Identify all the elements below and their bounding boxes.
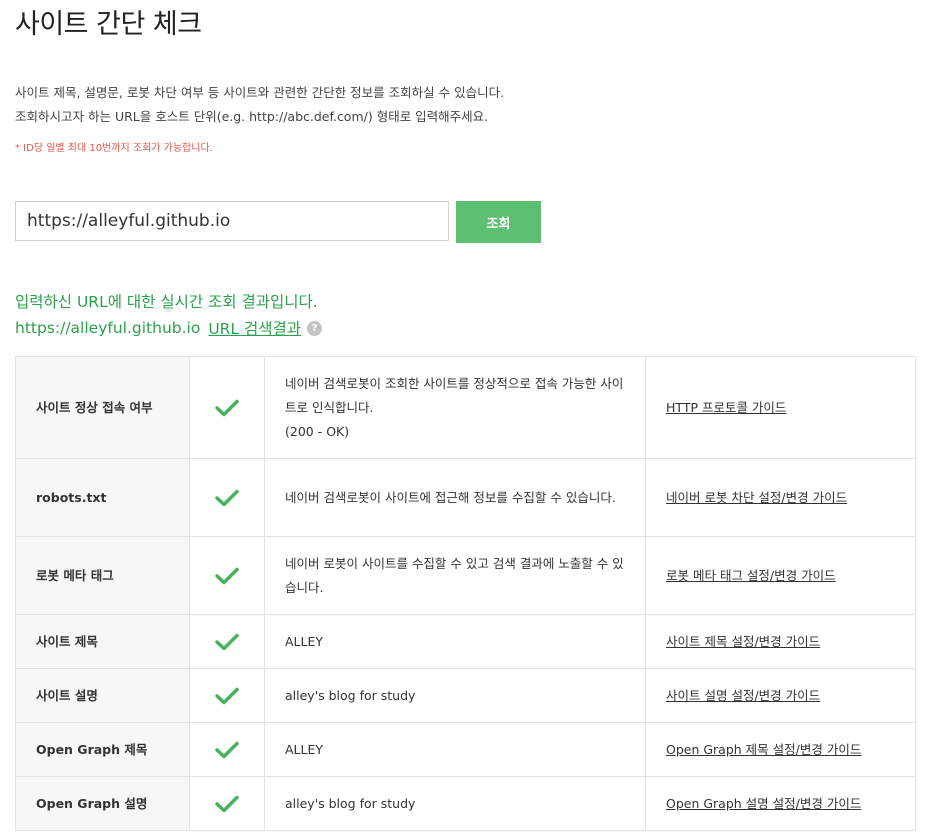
table-row: Open Graph 설명 alley's blog for study Ope…	[15, 776, 916, 831]
guide-link[interactable]: Open Graph 제목 설정/변경 가이드	[666, 742, 861, 757]
query-limit-notice: * ID당 일별 최대 10번까지 조회가 가능합니다.	[15, 143, 213, 154]
row-info: ALLEY	[264, 722, 646, 777]
guide-link[interactable]: 로봇 메타 태그 설정/변경 가이드	[666, 568, 836, 583]
help-icon[interactable]: ?	[307, 320, 323, 336]
row-guide: Open Graph 설명 설정/변경 가이드	[645, 776, 916, 831]
check-icon	[189, 614, 265, 669]
description-line-1: 사이트 제목, 설명문, 로봇 차단 여부 등 사이트와 관련한 간단한 정보를…	[15, 85, 505, 100]
guide-link[interactable]: 네이버 로봇 차단 설정/변경 가이드	[666, 490, 847, 505]
row-info: 네이버 검색로봇이 조회한 사이트를 정상적으로 접속 가능한 사이트로 인식합…	[264, 356, 646, 459]
check-icon	[189, 536, 265, 615]
results-table: 사이트 정상 접속 여부 네이버 검색로봇이 조회한 사이트를 정상적으로 접속…	[15, 356, 916, 831]
row-info-text: 네이버 검색로봇이 조회한 사이트를 정상적으로 접속 가능한 사이트로 인식합…	[285, 375, 624, 415]
row-info: alley's blog for study	[264, 776, 646, 831]
check-icon	[189, 776, 265, 831]
row-name: Open Graph 제목	[15, 722, 190, 777]
table-row: Open Graph 제목 ALLEY Open Graph 제목 설정/변경 …	[15, 722, 916, 777]
guide-link[interactable]: 사이트 설명 설정/변경 가이드	[666, 688, 820, 703]
row-name: 사이트 제목	[15, 614, 190, 669]
url-input[interactable]	[15, 201, 449, 241]
table-row: robots.txt 네이버 검색로봇이 사이트에 접근해 정보를 수집할 수 …	[15, 458, 916, 537]
row-guide: 네이버 로봇 차단 설정/변경 가이드	[645, 458, 916, 537]
guide-link[interactable]: 사이트 제목 설정/변경 가이드	[666, 634, 820, 649]
check-icon	[189, 668, 265, 723]
check-icon	[189, 356, 265, 459]
row-name: 사이트 정상 접속 여부	[15, 356, 190, 459]
row-name: Open Graph 설명	[15, 776, 190, 831]
row-info: 네이버 로봇이 사이트를 수집할 수 있고 검색 결과에 노출할 수 있습니다.	[264, 536, 646, 615]
page-title: 사이트 간단 체크	[15, 9, 202, 40]
result-heading: 입력하신 URL에 대한 실시간 조회 결과입니다.	[15, 293, 318, 311]
result-url-line: https://alleyful.github.io URL 검색결과 ?	[15, 317, 323, 339]
row-name: 로봇 메타 태그	[15, 536, 190, 615]
row-info-status: (200 - OK)	[285, 423, 350, 439]
row-guide: 사이트 제목 설정/변경 가이드	[645, 614, 916, 669]
row-name: 사이트 설명	[15, 668, 190, 723]
row-guide: Open Graph 제목 설정/변경 가이드	[645, 722, 916, 777]
search-button[interactable]: 조회	[456, 201, 541, 243]
table-row: 로봇 메타 태그 네이버 로봇이 사이트를 수집할 수 있고 검색 결과에 노출…	[15, 536, 916, 615]
result-url: https://alleyful.github.io	[15, 319, 201, 337]
check-icon	[189, 722, 265, 777]
guide-link[interactable]: Open Graph 설명 설정/변경 가이드	[666, 796, 861, 811]
table-row: 사이트 설명 alley's blog for study 사이트 설명 설정/…	[15, 668, 916, 723]
row-info: alley's blog for study	[264, 668, 646, 723]
table-row: 사이트 정상 접속 여부 네이버 검색로봇이 조회한 사이트를 정상적으로 접속…	[15, 356, 916, 459]
row-info: 네이버 검색로봇이 사이트에 접근해 정보를 수집할 수 있습니다.	[264, 458, 646, 537]
table-row: 사이트 제목 ALLEY 사이트 제목 설정/변경 가이드	[15, 614, 916, 669]
row-guide: 로봇 메타 태그 설정/변경 가이드	[645, 536, 916, 615]
row-guide: 사이트 설명 설정/변경 가이드	[645, 668, 916, 723]
url-search-result-link[interactable]: URL 검색결과	[208, 317, 301, 339]
check-icon	[189, 458, 265, 537]
row-guide: HTTP 프로토콜 가이드	[645, 356, 916, 459]
description-line-2: 조회하시고자 하는 URL을 호스트 단위(e.g. http://abc.de…	[15, 109, 489, 124]
row-name: robots.txt	[15, 458, 190, 537]
guide-link[interactable]: HTTP 프로토콜 가이드	[666, 400, 786, 415]
row-info: ALLEY	[264, 614, 646, 669]
